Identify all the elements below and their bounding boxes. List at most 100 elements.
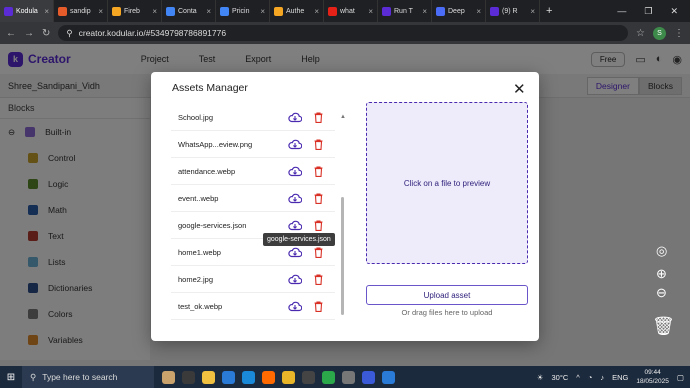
zoom-in-icon[interactable]: ⊕ [656, 266, 667, 282]
browser-tab[interactable]: (9) R × [486, 0, 540, 22]
asset-file-row[interactable]: home2.jpg [171, 266, 335, 293]
file-explorer-icon[interactable] [202, 370, 215, 384]
delete-icon[interactable] [313, 138, 323, 150]
asset-file-row[interactable]: WhatsApp...eview.png [171, 131, 335, 158]
delete-icon[interactable] [313, 165, 323, 177]
notification-icon[interactable]: ▢ [677, 373, 684, 382]
task-view-icon[interactable] [182, 370, 195, 384]
asset-file-row[interactable]: event..webp [171, 185, 335, 212]
upload-asset-button[interactable]: Upload asset [366, 285, 528, 305]
delete-icon[interactable] [313, 300, 323, 312]
new-tab-icon[interactable]: + [540, 5, 558, 17]
browser-tab[interactable]: what × [324, 0, 378, 22]
firefox-icon[interactable] [262, 370, 275, 384]
app-icon[interactable] [302, 370, 315, 384]
site-info-icon[interactable]: ⚲ [66, 28, 72, 39]
browser-tab[interactable]: Conta × [162, 0, 216, 22]
minimize-icon[interactable]: — [617, 6, 626, 17]
asset-file-name[interactable]: test_ok.webp [171, 302, 286, 311]
browser-tab[interactable]: sandip × [54, 0, 108, 22]
tab-close-icon[interactable]: × [476, 7, 481, 16]
download-icon[interactable] [288, 300, 302, 312]
tab-label: Pricin [232, 7, 250, 15]
asset-file-row[interactable]: attendance.webp [171, 158, 335, 185]
tab-close-icon[interactable]: × [98, 7, 103, 16]
download-icon[interactable] [288, 111, 302, 123]
whatsapp-icon[interactable] [322, 370, 335, 384]
asset-file-row[interactable]: School.jpg [171, 104, 335, 131]
asset-file-name[interactable]: event..webp [171, 194, 286, 203]
asset-file-name[interactable]: WhatsApp...eview.png [171, 140, 286, 149]
asset-file-name[interactable]: home1.webp [171, 248, 286, 257]
download-icon[interactable] [288, 246, 302, 258]
trash-icon[interactable]: 🗑 [652, 316, 675, 337]
delete-icon[interactable] [313, 219, 323, 231]
weather-icon[interactable]: ☀ [537, 373, 544, 382]
browser-tab[interactable]: Kodula × [0, 0, 54, 22]
vscode-icon[interactable] [382, 370, 395, 384]
clock[interactable]: 09:44 18/05/2025 [636, 368, 669, 386]
zoom-out-icon[interactable]: ⊖ [656, 285, 667, 301]
tab-favicon-icon [166, 6, 175, 16]
tab-close-icon[interactable]: × [206, 7, 211, 16]
windows-start-icon[interactable]: ⊞ [0, 372, 22, 383]
browser-tab[interactable]: Fireb × [108, 0, 162, 22]
chess-app-icon[interactable] [162, 370, 175, 384]
delete-icon[interactable] [313, 192, 323, 204]
asset-file-name[interactable]: attendance.webp [171, 167, 286, 176]
asset-file-name[interactable]: google-services.json [171, 221, 286, 230]
tab-close-icon[interactable]: × [44, 7, 49, 16]
tab-label: (9) R [502, 7, 518, 15]
language-indicator[interactable]: ENG [612, 373, 628, 382]
asset-file-name[interactable]: home2.jpg [171, 275, 286, 284]
tab-close-icon[interactable]: × [530, 7, 535, 16]
tab-favicon-icon [436, 6, 445, 16]
file-preview-area[interactable]: Click on a file to preview [366, 102, 528, 264]
download-icon[interactable] [288, 138, 302, 150]
restore-icon[interactable]: ❐ [644, 6, 652, 17]
tab-favicon-icon [490, 6, 499, 16]
taskbar-search[interactable]: ⚲ Type here to search [22, 366, 154, 388]
settings-icon[interactable] [342, 370, 355, 384]
url-field[interactable]: ⚲ creator.kodular.io/#5349798786891776 [58, 25, 629, 41]
tab-close-icon[interactable]: × [314, 7, 319, 16]
edge-icon[interactable] [222, 370, 235, 384]
forward-icon[interactable]: → [24, 28, 34, 39]
browser-tab[interactable]: Authe × [270, 0, 324, 22]
network-icon[interactable]: ◔ [588, 373, 593, 382]
volume-icon[interactable]: ♪ [600, 373, 604, 382]
asset-file-row[interactable]: test_ok.webp [171, 293, 335, 320]
profile-avatar[interactable]: S [653, 26, 666, 40]
browser-tab[interactable]: Pricin × [216, 0, 270, 22]
tab-close-icon[interactable]: × [260, 7, 265, 16]
tab-favicon-icon [328, 6, 337, 16]
delete-icon[interactable] [313, 246, 323, 258]
search-icon: ⚲ [30, 371, 37, 382]
browser-tab-bar: Kodula × sandip × Fireb × Conta × Pricin × Authe × w… [0, 0, 690, 22]
chrome-icon[interactable] [282, 370, 295, 384]
target-icon[interactable]: ◎ [656, 243, 667, 259]
asset-file-name[interactable]: School.jpg [171, 113, 286, 122]
back-icon[interactable]: ← [6, 28, 16, 39]
window-close-icon[interactable]: ✕ [670, 6, 678, 17]
delete-icon[interactable] [313, 111, 323, 123]
file-list-scrollbar[interactable] [341, 197, 344, 315]
browser-tab[interactable]: Run T × [378, 0, 432, 22]
store-icon[interactable] [242, 370, 255, 384]
download-icon[interactable] [288, 192, 302, 204]
reload-icon[interactable]: ↻ [42, 28, 50, 39]
download-icon[interactable] [288, 273, 302, 285]
download-icon[interactable] [288, 219, 302, 231]
tray-chevron-icon[interactable]: ^ [576, 373, 580, 382]
download-icon[interactable] [288, 165, 302, 177]
tab-close-icon[interactable]: × [152, 7, 157, 16]
tab-close-icon[interactable]: × [422, 7, 427, 16]
bookmark-star-icon[interactable]: ☆ [636, 28, 645, 39]
browser-tab[interactable]: Deep × [432, 0, 486, 22]
menu-kebab-icon[interactable]: ⋮ [674, 28, 684, 39]
delete-icon[interactable] [313, 273, 323, 285]
close-icon[interactable]: ✕ [513, 82, 526, 97]
scroll-up-icon[interactable]: ▲ [340, 114, 346, 120]
tab-close-icon[interactable]: × [368, 7, 373, 16]
app-icon[interactable] [362, 370, 375, 384]
